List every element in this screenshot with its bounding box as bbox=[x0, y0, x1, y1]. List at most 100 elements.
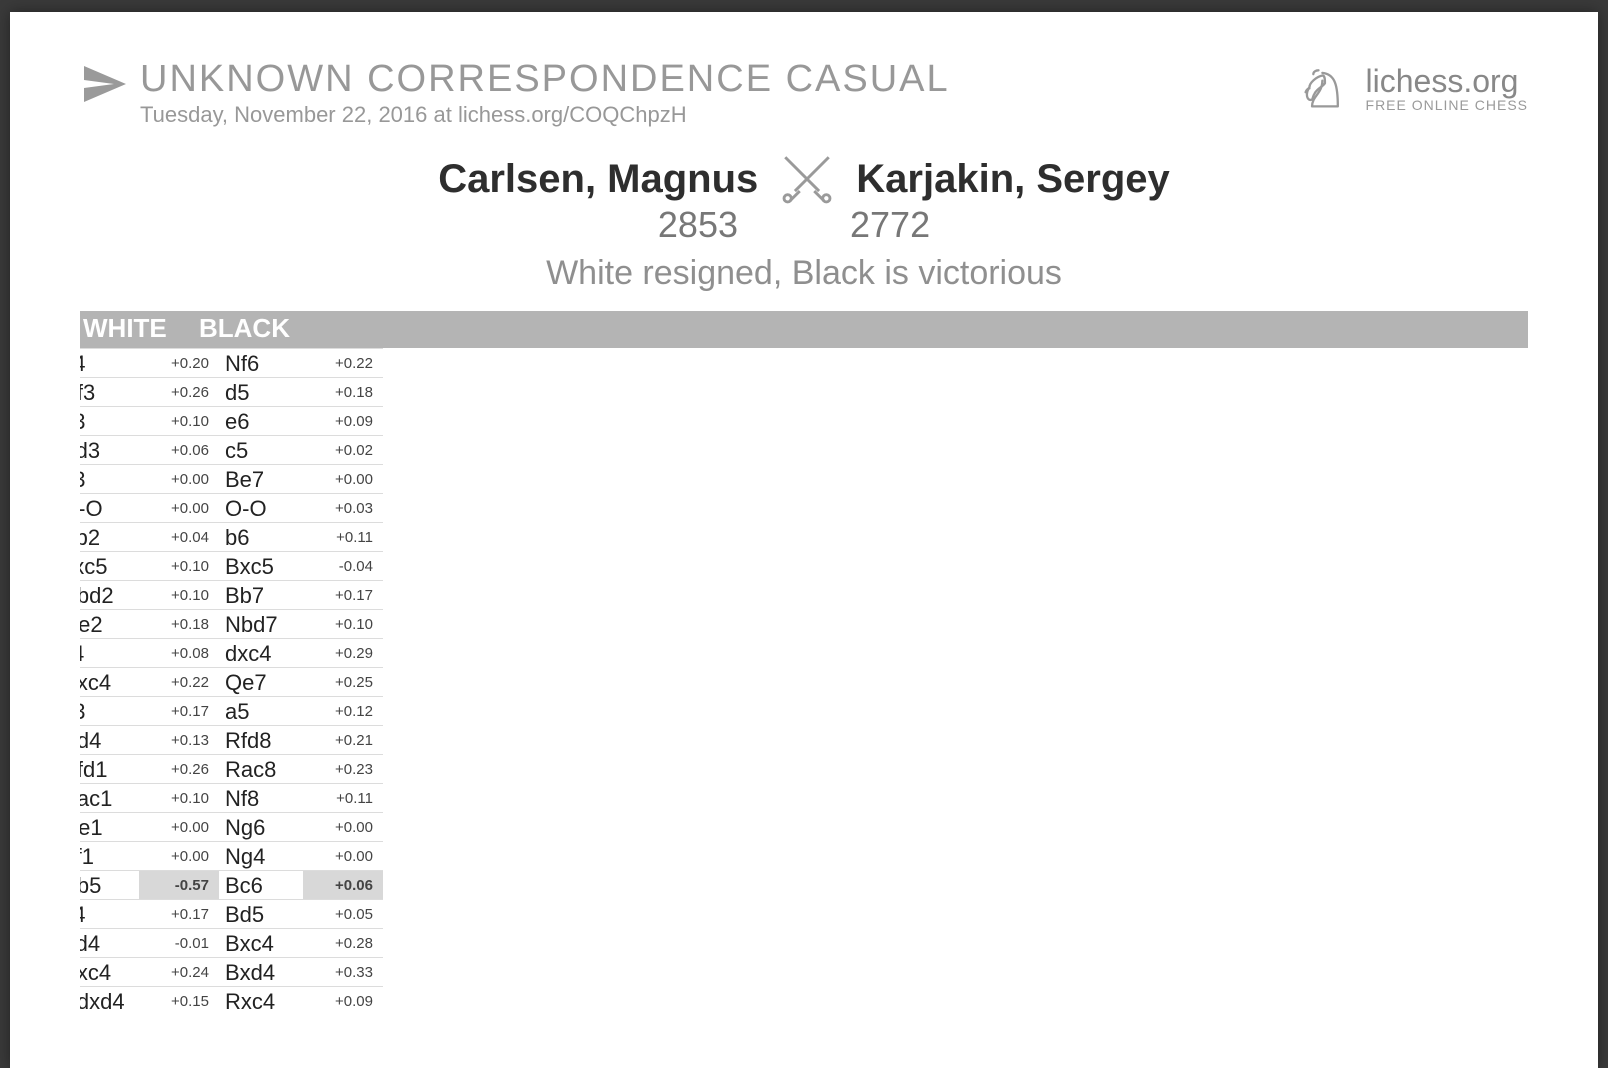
white-eval: +0.06 bbox=[139, 435, 219, 464]
black-san: Ng6 bbox=[219, 812, 303, 841]
black-eval: -0.04 bbox=[303, 551, 383, 580]
white-eval: -0.01 bbox=[139, 928, 219, 957]
black-san: Bxc5 bbox=[219, 551, 303, 580]
move-row: O-O+0.00O-O+0.03 bbox=[80, 493, 383, 522]
white-eval: +0.22 bbox=[139, 667, 219, 696]
white-eval: +0.10 bbox=[139, 551, 219, 580]
black-eval: +0.02 bbox=[303, 435, 383, 464]
white-eval: +0.24 bbox=[139, 957, 219, 986]
white-eval: -0.57 bbox=[139, 870, 219, 899]
black-name: Karjakin, Sergey bbox=[856, 157, 1170, 202]
black-eval: +0.05 bbox=[303, 899, 383, 928]
move-row: Nxc4+0.22Qe7+0.25 bbox=[80, 667, 383, 696]
white-san: Rfd1 bbox=[80, 754, 139, 783]
white-san: b3 bbox=[80, 464, 139, 493]
black-eval: +0.03 bbox=[303, 493, 383, 522]
move-row: Bf1+0.00Ng4+0.00 bbox=[80, 841, 383, 870]
black-san: Bxd4 bbox=[219, 957, 303, 986]
black-eval: +0.06 bbox=[303, 870, 383, 899]
move-row: d4+0.20Nf6+0.22 bbox=[80, 348, 383, 377]
white-san: Nd4 bbox=[80, 725, 139, 754]
white-san: dxc5 bbox=[80, 551, 139, 580]
black-san: d5 bbox=[219, 377, 303, 406]
black-eval: +0.00 bbox=[303, 841, 383, 870]
move-row: c4+0.08dxc4+0.29 bbox=[80, 638, 383, 667]
move-row: Nd4+0.13Rfd8+0.21 bbox=[80, 725, 383, 754]
white-san: a3 bbox=[80, 696, 139, 725]
move-row: Nb5-0.57Bc6+0.06 bbox=[80, 870, 383, 899]
game-title: UNKNOWN CORRESPONDENCE CASUAL bbox=[140, 60, 950, 98]
black-san: Rac8 bbox=[219, 754, 303, 783]
white-san: Qe1 bbox=[80, 812, 139, 841]
black-san: Be7 bbox=[219, 464, 303, 493]
white-san: Rac1 bbox=[80, 783, 139, 812]
white-san: Bf1 bbox=[80, 841, 139, 870]
white-eval: +0.00 bbox=[139, 493, 219, 522]
white-san: Bd4 bbox=[80, 928, 139, 957]
white-san: Nb5 bbox=[80, 870, 139, 899]
move-row: Rac1+0.10Nf8+0.11 bbox=[80, 783, 383, 812]
white-san: d4 bbox=[80, 348, 139, 377]
move-row: b3+0.00Be7+0.00 bbox=[80, 464, 383, 493]
white-san: O-O bbox=[80, 493, 139, 522]
white-san: Bd3 bbox=[80, 435, 139, 464]
white-eval: +0.10 bbox=[139, 580, 219, 609]
white-eval: +0.10 bbox=[139, 406, 219, 435]
white-san: Nf3 bbox=[80, 377, 139, 406]
black-eval: +0.23 bbox=[303, 754, 383, 783]
white-san: Qe2 bbox=[80, 609, 139, 638]
move-row: Rxc4+0.24Bxd4+0.33 bbox=[80, 957, 383, 986]
black-eval: +0.25 bbox=[303, 667, 383, 696]
white-san: Nxc4 bbox=[80, 667, 139, 696]
white-eval: +0.15 bbox=[139, 986, 219, 1015]
black-san: Rfd8 bbox=[219, 725, 303, 754]
players-block: Carlsen, Magnus Karjakin, Sergey 2853 27… bbox=[80, 150, 1528, 246]
black-eval: +0.10 bbox=[303, 609, 383, 638]
move-row: Bd4-0.01Bxc4+0.28 bbox=[80, 928, 383, 957]
white-san: e3 bbox=[80, 406, 139, 435]
move-row: Rfd1+0.26Rac8+0.23 bbox=[80, 754, 383, 783]
black-san: Nf6 bbox=[219, 348, 303, 377]
move-row: Qe1+0.00Ng6+0.00 bbox=[80, 812, 383, 841]
black-san: Rxc4 bbox=[219, 986, 303, 1015]
white-eval: +0.26 bbox=[139, 754, 219, 783]
black-eval: +0.11 bbox=[303, 783, 383, 812]
black-san: b6 bbox=[219, 522, 303, 551]
move-row: e3+0.10e6+0.09 bbox=[80, 406, 383, 435]
move-row: Nbd2+0.10Bb7+0.17 bbox=[80, 580, 383, 609]
col-black: BLACK bbox=[199, 313, 319, 344]
white-san: a4 bbox=[80, 899, 139, 928]
white-eval: +0.17 bbox=[139, 899, 219, 928]
black-san: Bxc4 bbox=[219, 928, 303, 957]
black-eval: +0.00 bbox=[303, 812, 383, 841]
move-row: Bb2+0.04b6+0.11 bbox=[80, 522, 383, 551]
black-eval: +0.22 bbox=[303, 348, 383, 377]
black-san: O-O bbox=[219, 493, 303, 522]
move-row: Nf3+0.26d5+0.18 bbox=[80, 377, 383, 406]
black-eval: +0.09 bbox=[303, 986, 383, 1015]
move-row: a3+0.17a5+0.12 bbox=[80, 696, 383, 725]
black-eval: +0.29 bbox=[303, 638, 383, 667]
black-eval: +0.09 bbox=[303, 406, 383, 435]
black-san: dxc4 bbox=[219, 638, 303, 667]
black-eval: +0.00 bbox=[303, 464, 383, 493]
black-eval: +0.17 bbox=[303, 580, 383, 609]
white-eval: +0.00 bbox=[139, 841, 219, 870]
white-san: Rdxd4 bbox=[80, 986, 139, 1015]
move-row: Rdxd4+0.15Rxc4+0.09 bbox=[80, 986, 383, 1015]
white-eval: +0.00 bbox=[139, 464, 219, 493]
white-san: Rxc4 bbox=[80, 957, 139, 986]
col-white: WHITE bbox=[83, 313, 199, 344]
black-eval: +0.21 bbox=[303, 725, 383, 754]
site-name: lichess.org bbox=[1366, 65, 1528, 97]
black-eval: +0.33 bbox=[303, 957, 383, 986]
black-san: a5 bbox=[219, 696, 303, 725]
black-eval: +0.28 bbox=[303, 928, 383, 957]
black-san: Nf8 bbox=[219, 783, 303, 812]
white-eval: +0.13 bbox=[139, 725, 219, 754]
game-url-date: Tuesday, November 22, 2016 at lichess.or… bbox=[140, 102, 950, 128]
white-eval: +0.18 bbox=[139, 609, 219, 638]
result-line: White resigned, Black is victorious bbox=[80, 254, 1528, 293]
black-san: Nbd7 bbox=[219, 609, 303, 638]
black-san: Qe7 bbox=[219, 667, 303, 696]
